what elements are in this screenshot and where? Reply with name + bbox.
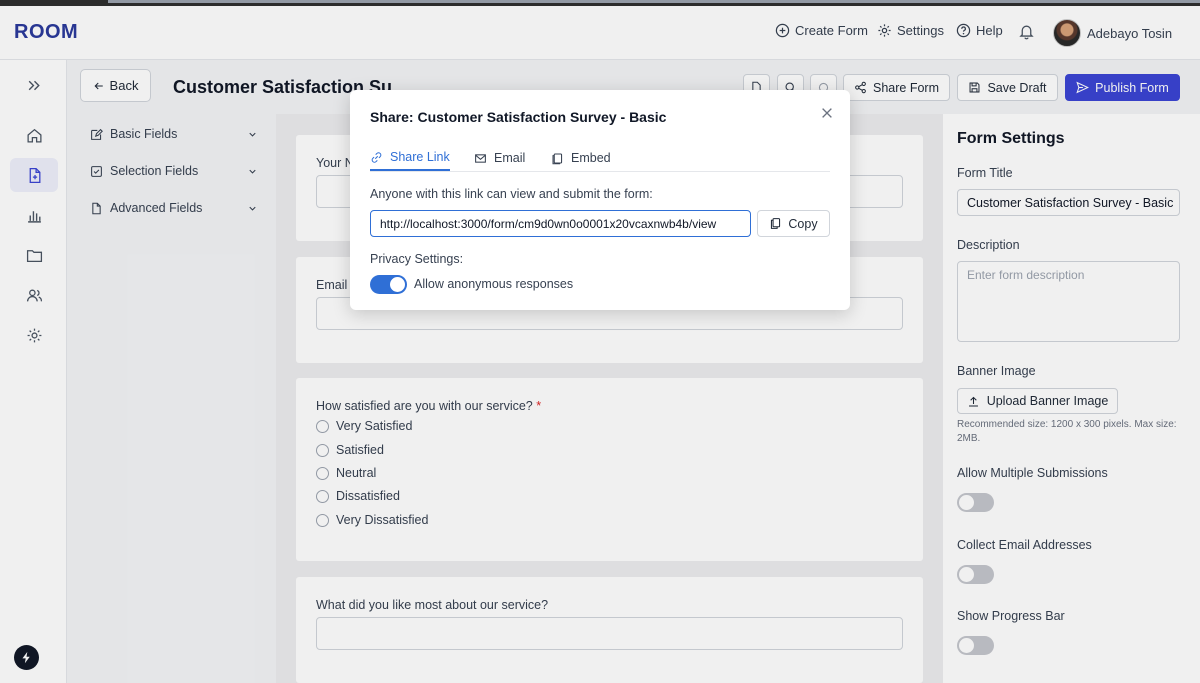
copy-label: Copy <box>788 216 818 231</box>
tab-email-label: Email <box>494 151 526 165</box>
share-tabs: Share Link Email Embed <box>370 137 830 172</box>
anonymous-responses-label: Allow anonymous responses <box>414 277 574 291</box>
copy-icon <box>771 218 781 229</box>
share-description: Anyone with this link can view and submi… <box>370 187 653 201</box>
privacy-settings-label: Privacy Settings: <box>370 252 464 266</box>
embed-icon <box>552 153 563 164</box>
link-icon <box>371 151 382 163</box>
copy-button[interactable]: Copy <box>757 210 830 237</box>
mail-icon <box>475 153 486 163</box>
anonymous-responses-toggle[interactable] <box>370 275 407 294</box>
close-icon[interactable] <box>820 106 834 120</box>
tab-share-link[interactable]: Share Link <box>370 145 450 171</box>
tab-email[interactable]: Email <box>474 145 525 171</box>
tab-embed[interactable]: Embed <box>551 145 611 171</box>
share-modal-title: Share: Customer Satisfaction Survey - Ba… <box>370 109 667 125</box>
tab-share-link-label: Share Link <box>390 150 450 164</box>
share-link-input[interactable]: http://localhost:3000/form/cm9d0wn0o0001… <box>370 210 751 237</box>
share-modal: Share: Customer Satisfaction Survey - Ba… <box>350 90 850 310</box>
tab-embed-label: Embed <box>571 151 611 165</box>
